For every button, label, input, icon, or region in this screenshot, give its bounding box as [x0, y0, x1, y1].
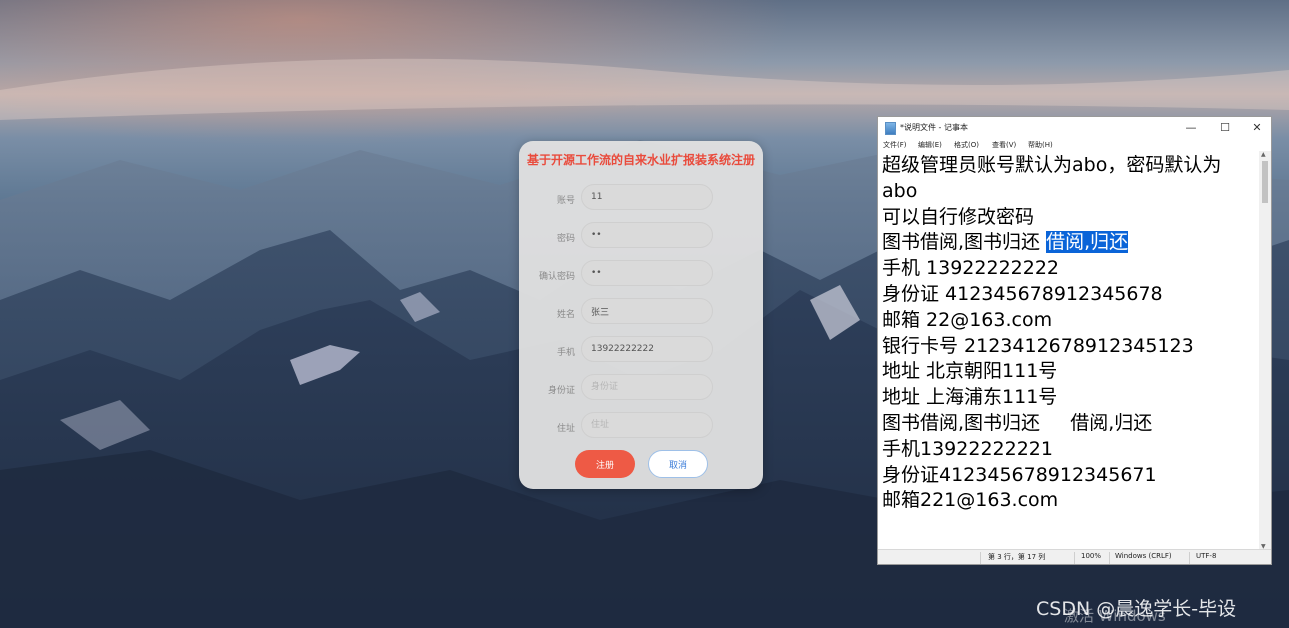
notepad-menubar: 文件(F) 编辑(E) 格式(O) 查看(V) 帮助(H): [878, 139, 1271, 151]
field-row-name: 姓名: [519, 298, 763, 328]
scrollbar-thumb[interactable]: [1262, 161, 1268, 203]
text-line-plain: 图书借阅,图书归还: [882, 231, 1047, 254]
name-label: 姓名: [556, 310, 575, 320]
field-row-phone: 手机: [519, 336, 763, 366]
name-input[interactable]: [581, 298, 713, 324]
account-label: 账号: [556, 196, 575, 206]
field-row-account: 账号: [519, 184, 763, 214]
status-divider: [980, 552, 981, 564]
text-line: 手机13922222221: [882, 437, 1053, 460]
notepad-titlebar[interactable]: *说明文件 - 记事本 — ☐ ✕: [878, 117, 1271, 139]
notepad-title: *说明文件 - 记事本: [900, 123, 968, 132]
status-divider: [1109, 552, 1110, 564]
text-line: 地址 上海浦东111号: [882, 386, 1058, 409]
text-line: 地址 北京朝阳111号: [882, 360, 1058, 383]
close-icon[interactable]: ✕: [1241, 117, 1273, 139]
field-row-address: 住址: [519, 412, 763, 442]
register-button[interactable]: 注册: [575, 450, 635, 478]
line-ending: Windows (CRLF): [1115, 552, 1172, 560]
zoom-level: 100%: [1081, 552, 1102, 560]
phone-label: 手机: [556, 348, 575, 358]
text-line: 身份证412345678912345671: [882, 463, 1157, 486]
status-divider: [1189, 552, 1190, 564]
status-divider: [1074, 552, 1075, 564]
menu-format[interactable]: 格式(O): [954, 140, 979, 150]
text-line: 图书借阅,图书归还 借阅,归还: [882, 411, 1153, 434]
account-input[interactable]: [581, 184, 713, 210]
menu-edit[interactable]: 编辑(E): [918, 140, 942, 150]
notepad-app-icon: [885, 122, 896, 135]
register-title: 基于开源工作流的自来水业扩报装系统注册: [527, 153, 756, 167]
field-row-confirm-password: 确认密码: [519, 260, 763, 290]
text-line: 超级管理员账号默认为abo，密码默认为: [882, 154, 1222, 176]
text-line: 银行卡号 2123412678912345123: [882, 334, 1194, 357]
menu-help[interactable]: 帮助(H): [1028, 140, 1053, 150]
text-line: 可以自行修改密码: [882, 205, 1035, 228]
vertical-scrollbar[interactable]: ▲ ▼: [1259, 151, 1271, 550]
text-line: 手机 13922222222: [882, 257, 1060, 280]
encoding: UTF-8: [1196, 552, 1217, 560]
menu-file[interactable]: 文件(F): [883, 140, 907, 150]
password-input[interactable]: [581, 222, 713, 248]
confirm-password-label: 确认密码: [538, 272, 575, 282]
password-label: 密码: [556, 234, 575, 244]
text-line: 邮箱 22@163.com: [882, 308, 1053, 331]
confirm-password-input[interactable]: [581, 260, 713, 286]
maximize-icon[interactable]: ☐: [1209, 117, 1241, 139]
selected-text: 借阅,归还: [1046, 231, 1129, 254]
id-card-input[interactable]: [581, 374, 713, 400]
cursor-position: 第 3 行，第 17 列: [988, 553, 1046, 561]
text-line: 身份证 412345678912345678: [882, 282, 1163, 305]
address-input[interactable]: [581, 412, 713, 438]
notepad-text-area[interactable]: 超级管理员账号默认为abo，密码默认为 abo 可以自行修改密码 图书借阅,图书…: [882, 153, 1258, 549]
register-card: 基于开源工作流的自来水业扩报装系统注册 账号 密码 确认密码 姓名 手机 身份证…: [519, 141, 763, 489]
menu-view[interactable]: 查看(V): [992, 140, 1016, 150]
id-card-label: 身份证: [547, 386, 575, 396]
cancel-button[interactable]: 取消: [648, 450, 708, 478]
field-row-id-card: 身份证: [519, 374, 763, 404]
notepad-window: *说明文件 - 记事本 — ☐ ✕ 文件(F) 编辑(E) 格式(O) 查看(V…: [877, 116, 1272, 565]
minimize-icon[interactable]: —: [1175, 117, 1207, 139]
text-line-with-selection: 图书借阅,图书归还 借阅,归还: [882, 230, 1258, 256]
text-line: abo: [882, 179, 918, 202]
text-line: 邮箱221@163.com: [882, 489, 1059, 512]
scroll-up-icon[interactable]: ▲: [1261, 151, 1266, 158]
phone-input[interactable]: [581, 336, 713, 362]
field-row-password: 密码: [519, 222, 763, 252]
notepad-statusbar: 第 3 行，第 17 列 100% Windows (CRLF) UTF-8: [878, 549, 1271, 564]
address-label: 住址: [556, 424, 575, 434]
csdn-watermark: CSDN @晨逸学长-毕设: [1036, 598, 1237, 620]
